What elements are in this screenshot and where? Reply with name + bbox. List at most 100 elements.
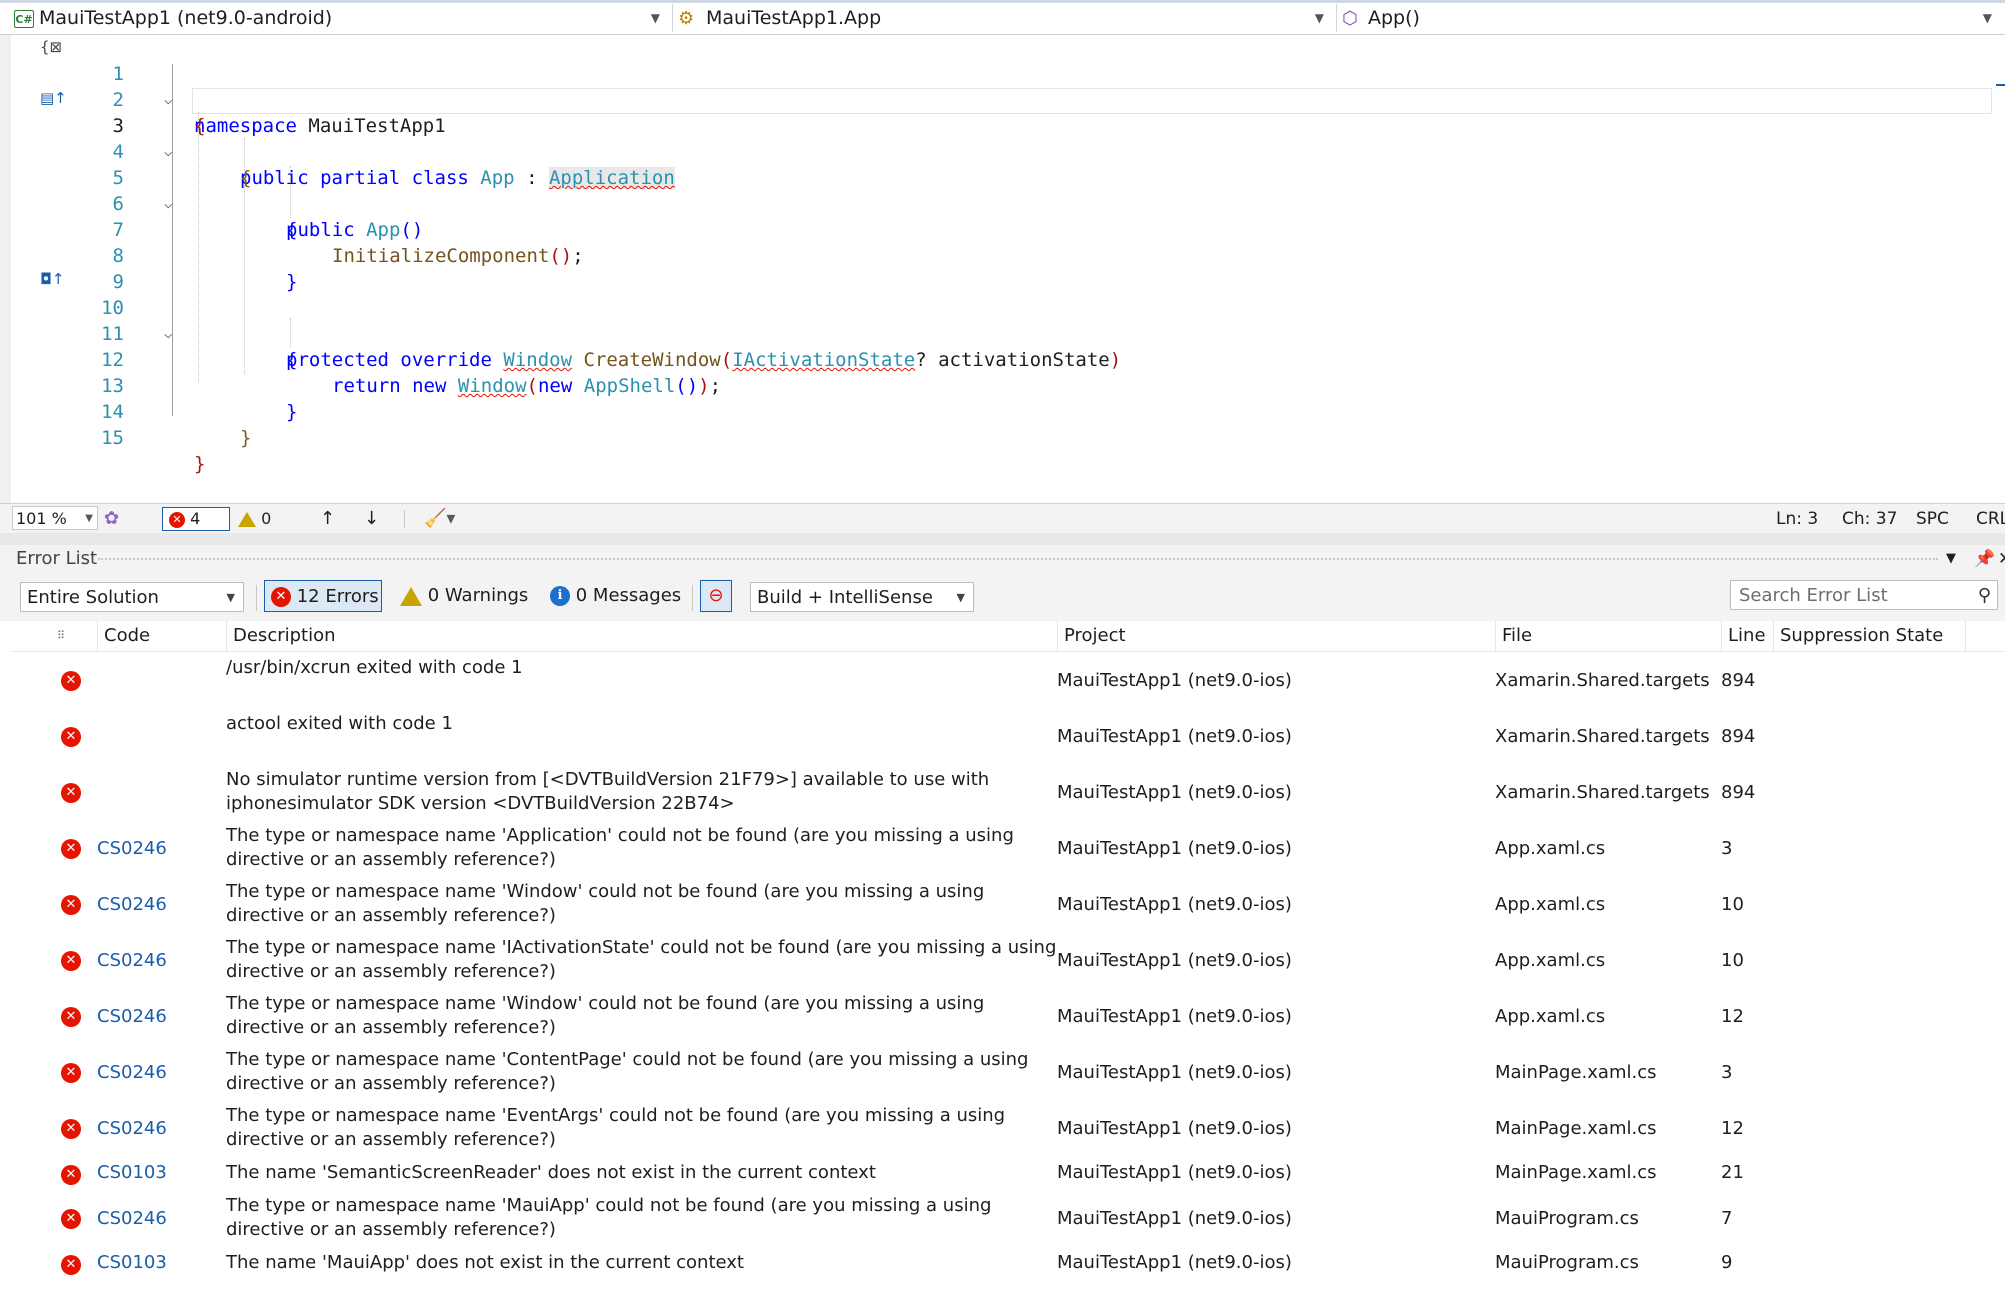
error-file: Xamarin.Shared.targets bbox=[1495, 670, 1710, 691]
warnings-filter-button[interactable]: 0 Warnings bbox=[400, 580, 528, 612]
table-row[interactable]: ✕ CS0103 The name 'SemanticScreenReader'… bbox=[11, 1156, 2005, 1190]
column-indicator[interactable]: Ch: 37 bbox=[1842, 504, 1897, 534]
error-file: MauiProgram.cs bbox=[1495, 1252, 1639, 1273]
error-file: Xamarin.Shared.targets bbox=[1495, 726, 1710, 747]
column-header-label: Project bbox=[1064, 625, 1126, 646]
column-header-line[interactable]: Line bbox=[1721, 621, 1773, 651]
error-list-title-bar: Error List ▼ 📌 ✕ bbox=[0, 545, 2005, 573]
chevron-down-icon: ▼ bbox=[650, 11, 660, 25]
code-line[interactable]: 12 return new Window(new AppShell()); bbox=[0, 321, 2005, 397]
code-line[interactable]: 7 InitializeComponent(); bbox=[0, 191, 2005, 267]
code-line[interactable]: 10 ⌵ protected override Window CreateWin… bbox=[0, 269, 2005, 371]
table-row[interactable]: ✕ CS0246 The type or namespace name 'Mau… bbox=[11, 1190, 2005, 1246]
code-cleanup-broom-icon[interactable]: 🧹▾ bbox=[424, 504, 455, 534]
errors-filter-button[interactable]: ✕ 12 Errors bbox=[264, 580, 382, 612]
column-header-code[interactable]: Code bbox=[97, 621, 226, 651]
previous-issue-arrow-icon[interactable]: ↑ bbox=[320, 504, 335, 534]
navbar-divider bbox=[672, 4, 673, 32]
error-icon: ✕ bbox=[61, 1007, 81, 1027]
editor-errors-button[interactable]: ✕ 4 bbox=[162, 507, 230, 531]
panel-splitter[interactable] bbox=[0, 533, 2005, 545]
show-issues-in-file-filter-icon[interactable]: ⊖ bbox=[700, 580, 732, 612]
code-line[interactable]: 14 } bbox=[0, 373, 2005, 449]
column-header-file[interactable]: File bbox=[1495, 621, 1721, 651]
code-line[interactable]: 4 { bbox=[0, 113, 2005, 189]
code-line[interactable]: 8 } bbox=[0, 217, 2005, 293]
error-file: MainPage.xaml.cs bbox=[1495, 1062, 1657, 1083]
error-code-link[interactable]: CS0246 bbox=[97, 950, 167, 971]
member-dropdown[interactable]: ⬡ App() ▼ bbox=[1342, 4, 1998, 32]
errors-filter-label: 12 Errors bbox=[296, 586, 379, 607]
scope-dropdown[interactable]: Entire Solution ▼ bbox=[20, 582, 244, 612]
code-line[interactable]: 1 ⌵ namespace MauiTestApp1 bbox=[0, 35, 2005, 137]
window-position-chevron-icon[interactable]: ▼ bbox=[1946, 545, 1956, 573]
navigation-bar: C# MauiTestApp1 (net9.0-android) ▼ ⚙ MauiT… bbox=[0, 0, 2005, 35]
error-code-link[interactable]: CS0103 bbox=[97, 1162, 167, 1183]
error-line: 12 bbox=[1721, 1006, 1744, 1027]
next-issue-arrow-icon[interactable]: ↓ bbox=[364, 504, 379, 534]
error-icon: ✕ bbox=[61, 1063, 81, 1083]
navbar-accent-line bbox=[0, 0, 2005, 3]
code-line[interactable]: 3 ⌵ public partial class App : Applicati… bbox=[0, 87, 2005, 189]
column-header-suppression-state[interactable]: Suppression State bbox=[1773, 621, 1965, 651]
column-header-spacer bbox=[1965, 621, 2005, 651]
column-header-description[interactable]: Description bbox=[226, 621, 1057, 651]
table-row[interactable]: ✕ /usr/bin/xcrun exited with code 1 Maui… bbox=[11, 652, 2005, 708]
error-code-link[interactable]: CS0246 bbox=[97, 1118, 167, 1139]
project-dropdown[interactable]: C# MauiTestApp1 (net9.0-android) ▼ bbox=[14, 4, 666, 32]
error-icon: ✕ bbox=[61, 783, 81, 803]
code-line[interactable]: 5 ⌵ public App() bbox=[0, 139, 2005, 241]
error-project: MauiTestApp1 (net9.0-ios) bbox=[1057, 838, 1292, 859]
line-ending-indicator[interactable]: CRLF bbox=[1976, 504, 2005, 534]
error-description: The type or namespace name 'Application'… bbox=[226, 825, 1014, 870]
pin-icon[interactable]: 📌 bbox=[1974, 545, 1995, 573]
error-line: 894 bbox=[1721, 726, 1756, 747]
table-row[interactable]: ✕ CS0246 The type or namespace name 'App… bbox=[11, 820, 2005, 876]
table-row[interactable]: ✕ No simulator runtime version from [<DV… bbox=[11, 764, 2005, 820]
table-row[interactable]: ✕ CS0246 The type or namespace name 'Win… bbox=[11, 988, 2005, 1044]
class-icon: ⚙ bbox=[678, 7, 695, 29]
error-icon: ✕ bbox=[61, 1255, 81, 1275]
code-line[interactable]: 6 { bbox=[0, 165, 2005, 241]
code-line[interactable]: 2 { bbox=[0, 61, 2005, 137]
code-line[interactable]: 9 bbox=[0, 243, 2005, 293]
error-code-link[interactable]: CS0246 bbox=[97, 838, 167, 859]
error-code-link[interactable]: CS0246 bbox=[97, 894, 167, 915]
error-description: The type or namespace name 'EventArgs' c… bbox=[226, 1105, 1006, 1150]
error-code-link[interactable]: CS0103 bbox=[97, 1252, 167, 1273]
code-line[interactable]: 11 { bbox=[0, 295, 2005, 371]
column-options-icon[interactable]: ⠿ bbox=[51, 621, 95, 651]
editor-warnings-button[interactable]: 0 bbox=[238, 504, 271, 534]
table-row[interactable]: ✕ CS0246 The type or namespace name 'Con… bbox=[11, 1044, 2005, 1100]
error-description: /usr/bin/xcrun exited with code 1 bbox=[226, 657, 523, 678]
scroll-caret-marker bbox=[1996, 84, 2005, 86]
error-line: 7 bbox=[1721, 1208, 1733, 1229]
table-row[interactable]: ✕ CS0246 The type or namespace name 'IAc… bbox=[11, 932, 2005, 988]
search-error-list-input[interactable]: Search Error List ⚲ bbox=[1730, 580, 1998, 610]
code-line[interactable]: 13 } bbox=[0, 347, 2005, 423]
error-code-link[interactable]: CS0246 bbox=[97, 1208, 167, 1229]
code-line[interactable]: 15 } bbox=[0, 399, 2005, 475]
error-code-link[interactable]: CS0246 bbox=[97, 1006, 167, 1027]
whitespace-indicator[interactable]: SPC bbox=[1916, 504, 1949, 534]
close-icon[interactable]: ✕ bbox=[1998, 545, 2005, 573]
build-filter-dropdown[interactable]: Build + IntelliSense ▼ bbox=[750, 582, 974, 612]
messages-filter-button[interactable]: i 0 Messages bbox=[550, 580, 681, 612]
table-row[interactable]: ✕ CS0246 The type or namespace name 'Win… bbox=[11, 876, 2005, 932]
member-dropdown-label: App() bbox=[1368, 7, 1420, 29]
intellicode-icon[interactable]: ✿ bbox=[104, 504, 119, 534]
zoom-dropdown[interactable]: 101 % ▼ bbox=[12, 506, 98, 530]
error-icon: ✕ bbox=[61, 951, 81, 971]
error-project: MauiTestApp1 (net9.0-ios) bbox=[1057, 670, 1292, 691]
column-header-project[interactable]: Project bbox=[1057, 621, 1495, 651]
error-file: App.xaml.cs bbox=[1495, 894, 1606, 915]
table-row[interactable]: ✕ actool exited with code 1 MauiTestApp1… bbox=[11, 708, 2005, 764]
error-code-link[interactable]: CS0246 bbox=[97, 1062, 167, 1083]
table-row[interactable]: ✕ CS0246 The type or namespace name 'Eve… bbox=[11, 1100, 2005, 1156]
line-number: 15 bbox=[101, 427, 124, 449]
table-row[interactable]: ✕ CS0103 The name 'MauiApp' does not exi… bbox=[11, 1246, 2005, 1280]
warning-icon bbox=[400, 586, 422, 606]
type-dropdown[interactable]: ⚙ MauiTestApp1.App ▼ bbox=[678, 4, 1330, 32]
line-indicator[interactable]: Ln: 3 bbox=[1776, 504, 1818, 534]
error-project: MauiTestApp1 (net9.0-ios) bbox=[1057, 1062, 1292, 1083]
